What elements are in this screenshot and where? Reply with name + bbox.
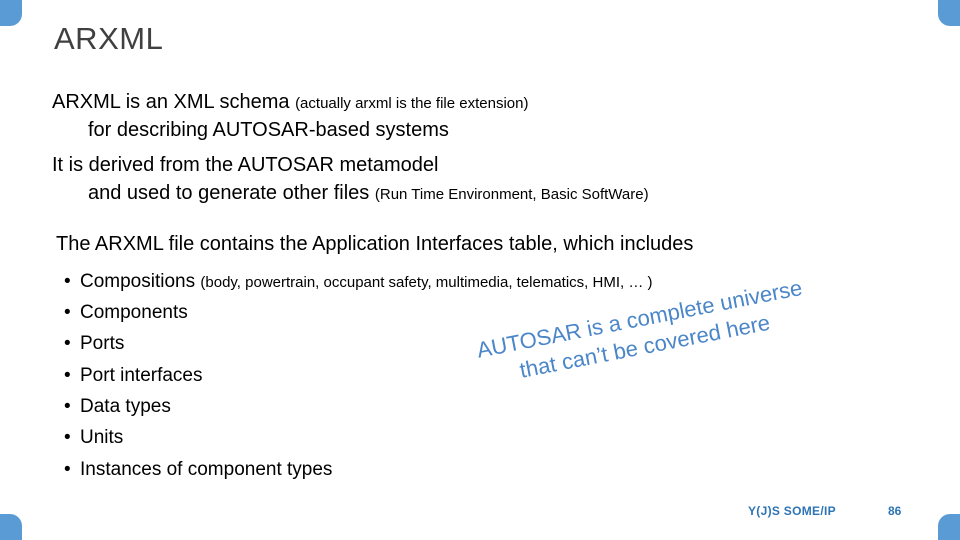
corner-decoration-top-left <box>0 0 22 26</box>
para1-parenthetical: (actually arxml is the file extension) <box>295 95 529 112</box>
bullet-label: Ports <box>80 333 125 355</box>
bullet-label: Port interfaces <box>80 364 203 386</box>
slide-title: ARXML <box>54 21 164 56</box>
slide-footer: Y(J)S SOME/IP 86 <box>0 504 960 524</box>
paragraph-derived-from-metamodel: It is derived from the AUTOSAR metamodel… <box>52 151 932 208</box>
footer-label: Y(J)S SOME/IP <box>748 504 836 518</box>
paragraph-arxml-schema: ARXML is an XML schema (actually arxml i… <box>52 88 932 145</box>
bullet-label: Units <box>80 427 124 449</box>
bullet-list: • Compositions (body, powertrain, occupan… <box>52 266 932 485</box>
list-item: • Units <box>52 422 932 453</box>
bullet-label: Components <box>80 301 188 323</box>
list-item: • Compositions (body, powertrain, occupan… <box>52 266 932 297</box>
bullet-note: (body, powertrain, occupant safety, mult… <box>200 273 653 291</box>
bullet-marker-icon: • <box>64 427 71 449</box>
corner-decoration-top-right <box>938 0 960 26</box>
bullet-marker-icon: • <box>64 458 71 480</box>
bullet-label: Compositions <box>80 270 196 292</box>
bullet-marker-icon: • <box>64 301 71 323</box>
list-item: • Data types <box>52 391 932 422</box>
bullet-marker-icon: • <box>64 364 71 386</box>
bullet-label: Data types <box>80 395 171 417</box>
list-item: • Components <box>52 297 932 328</box>
list-item: • Ports <box>52 328 932 359</box>
para1-lead: ARXML is an XML schema <box>52 91 290 113</box>
footer-page-number: 86 <box>888 504 902 518</box>
para2-continuation-text: and used to generate other files <box>88 182 370 205</box>
bullet-label: Instances of component types <box>80 458 333 480</box>
para1-continuation: for describing AUTOSAR-based systems <box>88 119 449 142</box>
bullet-marker-icon: • <box>64 395 71 417</box>
paragraph-application-interfaces: The ARXML file contains the Application … <box>56 232 694 255</box>
para2-parenthetical: (Run Time Environment, Basic SoftWare) <box>374 186 649 204</box>
list-item: • Instances of component types <box>52 454 932 485</box>
para2-continuation: and used to generate other files (Run Ti… <box>52 179 932 207</box>
slide: ARXML ARXML is an XML schema (actually a… <box>0 0 960 540</box>
slide-body: ARXML is an XML schema (actually arxml i… <box>52 88 932 485</box>
bullet-marker-icon: • <box>64 270 71 292</box>
para2-lead: It is derived from the AUTOSAR metamodel <box>52 153 439 176</box>
list-item: • Port interfaces <box>52 360 932 391</box>
bullet-marker-icon: • <box>64 333 71 355</box>
